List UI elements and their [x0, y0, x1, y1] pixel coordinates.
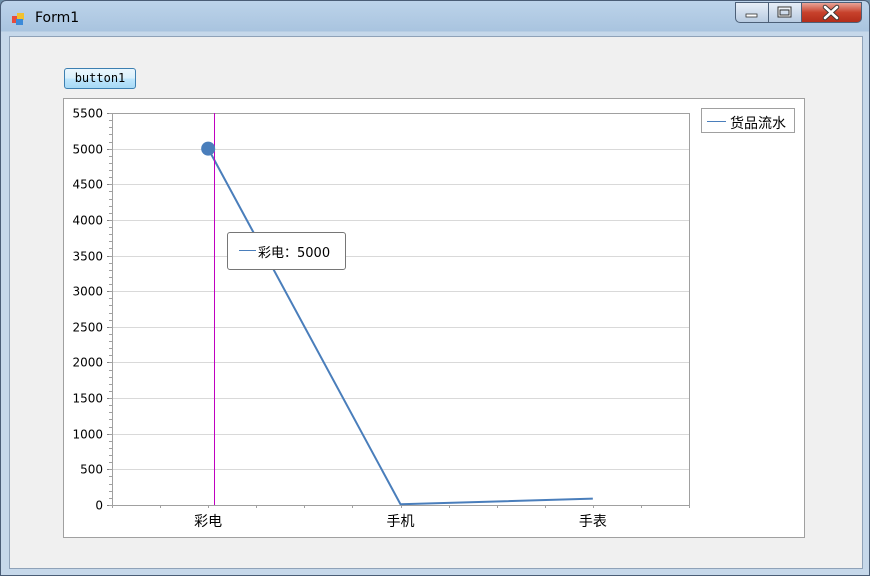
maximize-icon [777, 6, 792, 18]
y-tick-label: 1500 [72, 392, 103, 406]
x-category-label: 手表 [579, 514, 607, 530]
legend-swatch [707, 121, 726, 122]
y-tick-label: 500 [80, 463, 103, 477]
y-tick-label: 4000 [72, 214, 103, 228]
x-category-label: 手机 [387, 514, 415, 530]
data-tooltip: 彩电：5000 [227, 232, 346, 270]
y-tick-label: 2500 [72, 321, 103, 335]
series-line [207, 148, 593, 506]
close-button[interactable] [802, 2, 862, 23]
plot-area-border [112, 113, 690, 506]
y-tick-label: 1000 [72, 428, 103, 442]
y-tick-label: 2000 [72, 356, 103, 370]
tooltip-label: 彩电：5000 [258, 246, 331, 261]
form-window: Form1 button1 0 500 1000 1500 2000 2500 3000 35… [0, 0, 870, 576]
title-bar[interactable]: Form1 [1, 1, 869, 35]
y-tick-label: 5500 [72, 107, 103, 121]
minimize-icon [745, 13, 758, 18]
tooltip-swatch [239, 250, 256, 251]
y-tick-label: 0 [95, 499, 103, 513]
highlighted-point [201, 141, 216, 156]
window-title: Form1 [35, 10, 80, 26]
chart-control[interactable]: 0 500 1000 1500 2000 2500 3000 3500 4000 4500 5000… [63, 98, 805, 538]
button1[interactable]: button1 [64, 68, 136, 89]
close-icon [822, 4, 840, 21]
legend-label: 货品流水 [730, 116, 786, 132]
x-category-label: 彩电 [194, 514, 222, 530]
minimize-button[interactable] [735, 2, 769, 23]
chart-legend: 货品流水 [701, 108, 795, 133]
form-client-area: button1 0 500 1000 1500 2000 2500 3000 3500 4000… [9, 36, 863, 569]
y-tick-label: 3500 [72, 250, 103, 264]
app-icon [12, 13, 24, 25]
y-tick-label: 4500 [72, 178, 103, 192]
y-tick-label: 5000 [72, 143, 103, 157]
y-tick-label: 3000 [72, 285, 103, 299]
line-chart: 0 500 1000 1500 2000 2500 3000 3500 4000 4500 5000… [72, 107, 690, 530]
maximize-button[interactable] [769, 2, 802, 23]
